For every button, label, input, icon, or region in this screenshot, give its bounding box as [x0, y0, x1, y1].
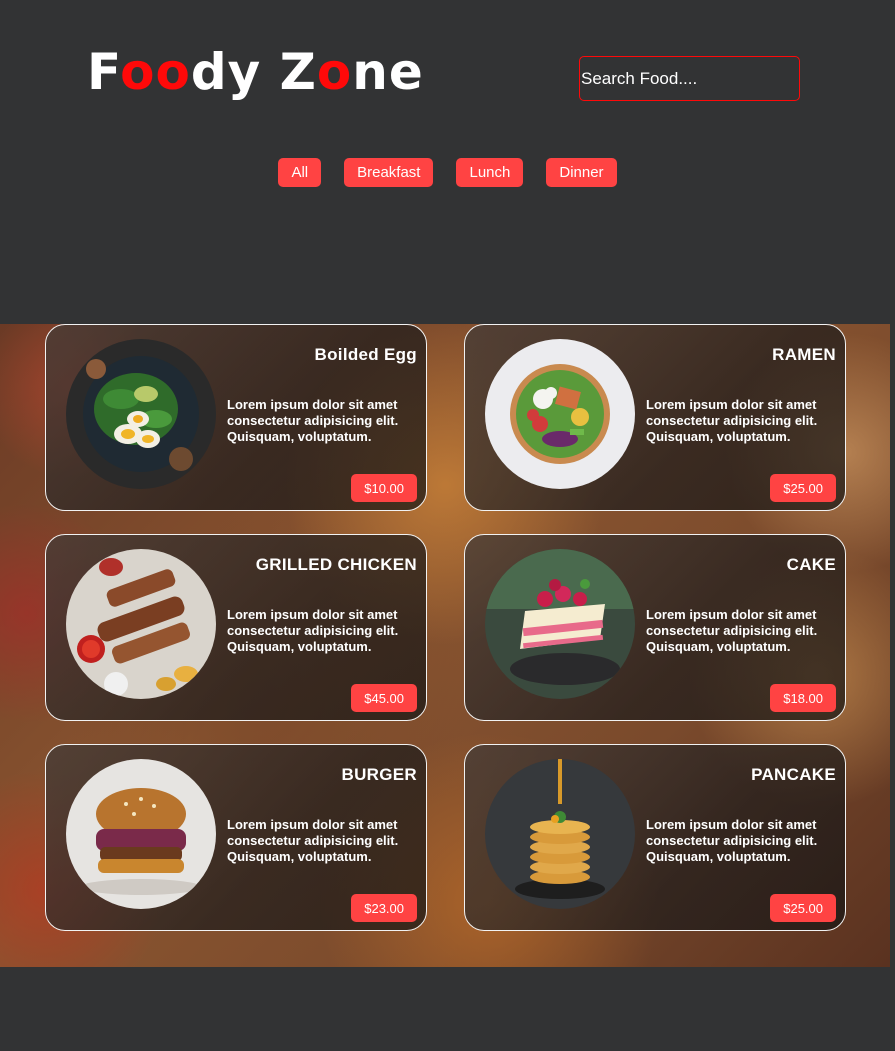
- food-card: RAMEN Lorem ipsum dolor sit amet consecte…: [464, 324, 846, 511]
- logo-part: ne: [352, 43, 424, 101]
- food-title: PANCAKE: [751, 765, 836, 784]
- price-button[interactable]: $10.00: [351, 474, 417, 502]
- price-button[interactable]: $18.00: [770, 684, 836, 712]
- food-card: Boilded Egg Lorem ipsum dolor sit amet co…: [45, 324, 427, 511]
- filter-dinner-button[interactable]: Dinner: [546, 158, 617, 187]
- food-image: [66, 339, 216, 489]
- food-description: Lorem ipsum dolor sit amet consectetur a…: [227, 397, 399, 444]
- logo-part: F: [87, 43, 121, 101]
- food-description: Lorem ipsum dolor sit amet consectetur a…: [227, 817, 399, 864]
- food-title: Boilded Egg: [314, 345, 417, 364]
- food-image: [66, 759, 216, 909]
- food-card: CAKE Lorem ipsum dolor sit amet consectet…: [464, 534, 846, 721]
- food-background-section: Boilded Egg Lorem ipsum dolor sit amet co…: [0, 324, 890, 967]
- filter-bar: All Breakfast Lunch Dinner: [0, 158, 895, 187]
- food-image: [485, 549, 635, 699]
- food-title: BURGER: [341, 765, 417, 784]
- food-description: Lorem ipsum dolor sit amet consectetur a…: [646, 397, 818, 444]
- price-button[interactable]: $25.00: [770, 474, 836, 502]
- food-title: RAMEN: [772, 345, 836, 364]
- price-button[interactable]: $45.00: [351, 684, 417, 712]
- food-card: BURGER Lorem ipsum dolor sit amet consect…: [45, 744, 427, 931]
- food-title: CAKE: [786, 555, 836, 574]
- food-title: GRILLED CHICKEN: [255, 555, 417, 574]
- food-image: [66, 549, 216, 699]
- price-button[interactable]: $25.00: [770, 894, 836, 922]
- logo-part: dy Z: [190, 43, 317, 101]
- search-input[interactable]: [579, 56, 800, 101]
- price-button[interactable]: $23.00: [351, 894, 417, 922]
- filter-lunch-button[interactable]: Lunch: [456, 158, 524, 187]
- logo-part: oo: [120, 43, 191, 101]
- food-card-grid: Boilded Egg Lorem ipsum dolor sit amet co…: [45, 324, 846, 931]
- food-description: Lorem ipsum dolor sit amet consectetur a…: [646, 607, 818, 654]
- food-image: [485, 339, 635, 489]
- food-image: [485, 759, 635, 909]
- logo: Foody Zone: [87, 42, 424, 102]
- filter-all-button[interactable]: All: [278, 158, 322, 187]
- filter-breakfast-button[interactable]: Breakfast: [344, 158, 434, 187]
- food-card: PANCAKE Lorem ipsum dolor sit amet consec…: [464, 744, 846, 931]
- food-description: Lorem ipsum dolor sit amet consectetur a…: [646, 817, 818, 864]
- food-card: GRILLED CHICKEN Lorem ipsum dolor sit ame…: [45, 534, 427, 721]
- logo-part: o: [316, 43, 353, 101]
- food-description: Lorem ipsum dolor sit amet consectetur a…: [227, 607, 399, 654]
